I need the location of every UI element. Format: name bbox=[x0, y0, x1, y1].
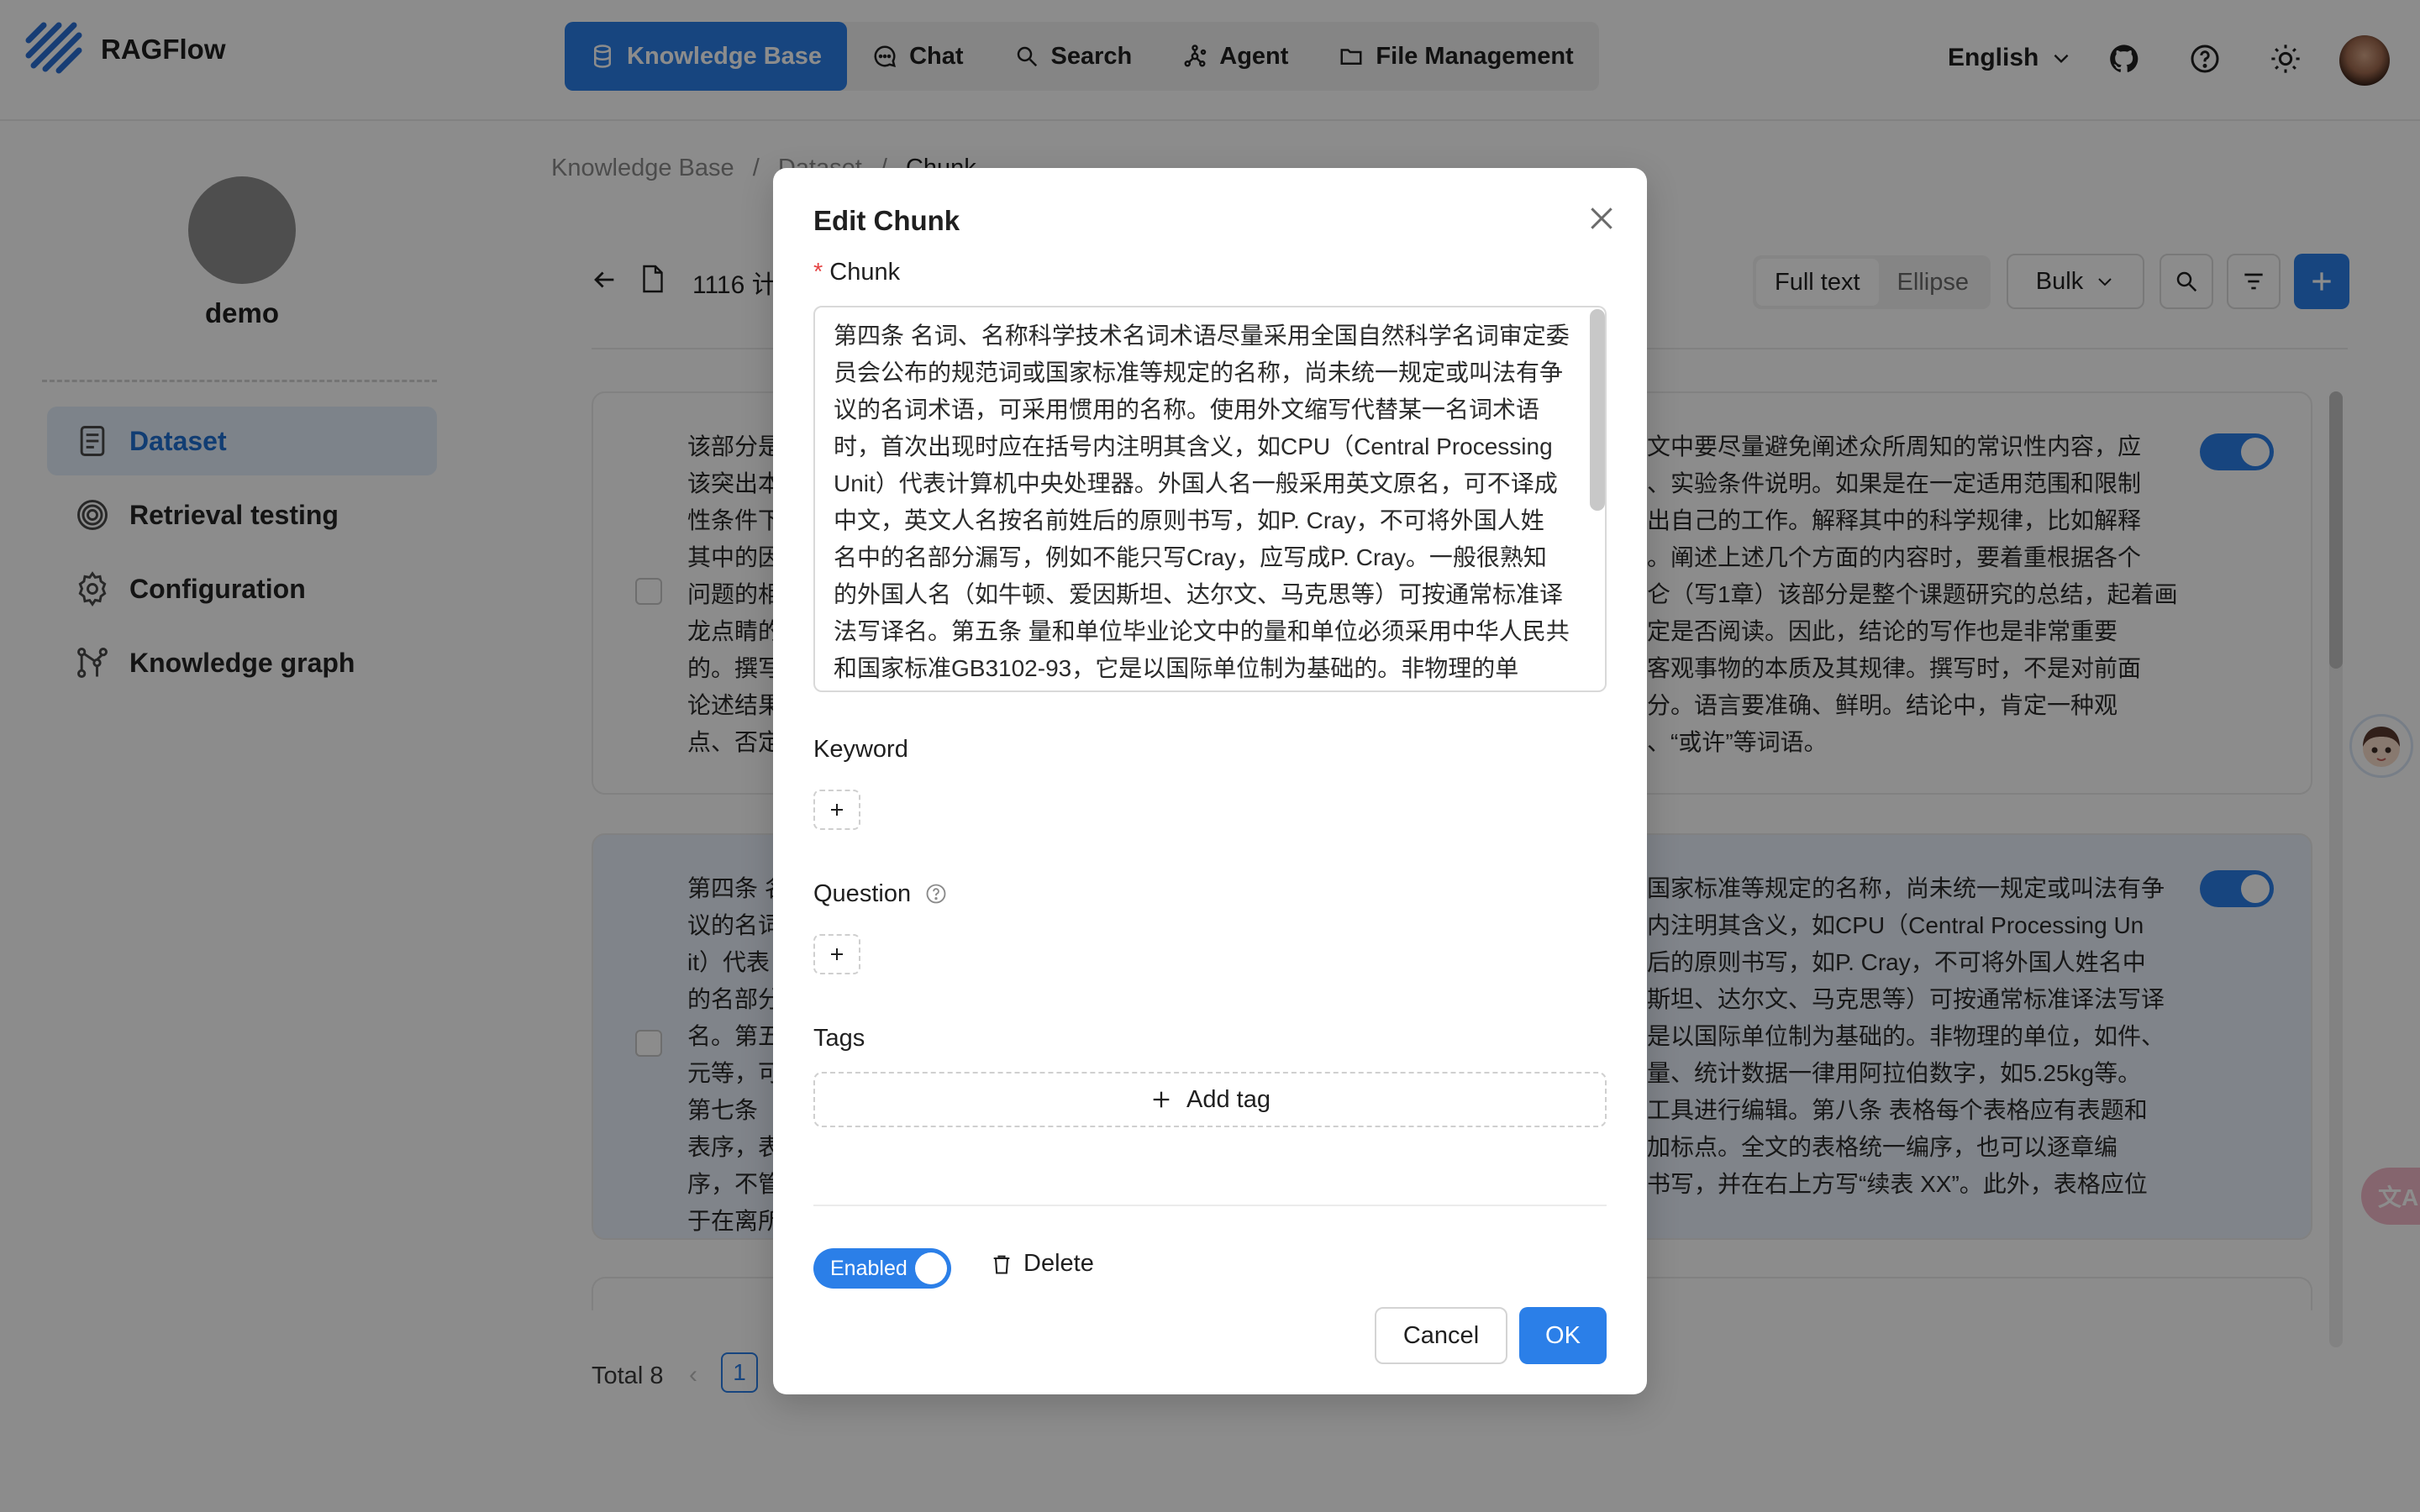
add-tag-label: Add tag bbox=[1186, 1085, 1270, 1113]
app-root: RAGFlow Knowledge Base Chat Search Agent… bbox=[0, 0, 2420, 1512]
edit-chunk-dialog: Edit Chunk * Chunk 第四条 名词、名称科学技术名词术语尽量采用全… bbox=[773, 168, 1647, 1394]
textarea-scrollbar-thumb[interactable] bbox=[1590, 309, 1605, 511]
plus-icon bbox=[1153, 1091, 1170, 1108]
plus-icon bbox=[831, 948, 843, 960]
add-question-button[interactable] bbox=[813, 934, 860, 974]
chunk-textarea[interactable]: 第四条 名词、名称科学技术名词术语尽量采用全国自然科学名词审定委 员会公布的规范… bbox=[813, 306, 1607, 692]
dialog-title: Edit Chunk bbox=[813, 205, 960, 236]
question-help-icon[interactable] bbox=[924, 882, 948, 906]
tags-label: Tags bbox=[813, 1025, 865, 1052]
chunk-field-label: * Chunk bbox=[813, 259, 900, 286]
chunk-textarea-value: 第四条 名词、名称科学技术名词术语尽量采用全国自然科学名词审定委 员会公布的规范… bbox=[834, 323, 1570, 681]
add-keyword-button[interactable] bbox=[813, 790, 860, 830]
dialog-divider bbox=[813, 1205, 1607, 1206]
ok-button[interactable]: OK bbox=[1519, 1307, 1607, 1364]
delete-button[interactable]: Delete bbox=[990, 1250, 1094, 1278]
cancel-button[interactable]: Cancel bbox=[1375, 1307, 1507, 1364]
close-icon[interactable] bbox=[1585, 202, 1618, 235]
keyword-label: Keyword bbox=[813, 736, 908, 763]
plus-icon bbox=[831, 804, 843, 816]
trash-icon bbox=[993, 1255, 1010, 1274]
question-field-label: Question bbox=[813, 880, 948, 908]
question-label: Question bbox=[813, 880, 912, 907]
enabled-label: Enabled bbox=[830, 1256, 908, 1280]
enabled-switch[interactable]: Enabled bbox=[813, 1248, 951, 1289]
delete-label: Delete bbox=[1023, 1250, 1094, 1277]
chunk-label-text: Chunk bbox=[829, 259, 901, 286]
add-tag-button[interactable]: Add tag bbox=[813, 1072, 1607, 1127]
switch-knob bbox=[915, 1252, 947, 1284]
required-mark: * bbox=[813, 259, 823, 286]
